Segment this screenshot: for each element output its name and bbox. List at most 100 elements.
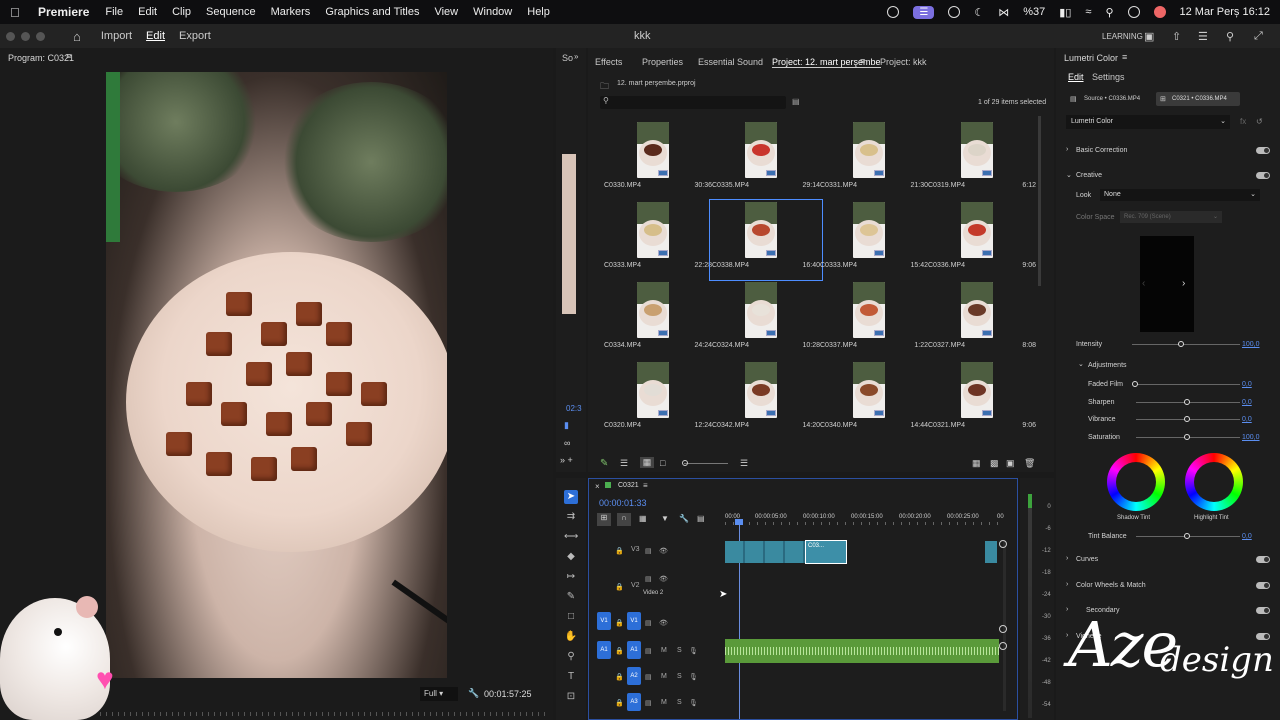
apple-icon[interactable]:  [10, 5, 24, 20]
status-icon-3[interactable] [948, 6, 961, 18]
v3-sync-icon[interactable]: ▤ [645, 547, 652, 555]
v2-label[interactable]: V2 [631, 582, 640, 589]
a2-solo[interactable]: S [677, 673, 682, 680]
pencil-icon[interactable]: ✎ [600, 458, 608, 469]
v1-source-patch[interactable]: V1 [597, 612, 611, 630]
clip-thumbnail[interactable]: C0334.MP4 24:24 [604, 282, 712, 358]
tab-menu-icon[interactable]: ≡ [860, 56, 865, 66]
color-wheels-toggle[interactable] [1256, 582, 1270, 589]
type-tool-icon[interactable]: T [564, 670, 578, 684]
rectangle-icon[interactable]: □ [564, 610, 578, 624]
wifi-icon[interactable]: ≈ [1085, 6, 1091, 18]
look-prev-icon[interactable]: ‹ [1142, 278, 1145, 289]
clip-thumbnail[interactable]: C0319.MP4 6:12 [928, 122, 1036, 198]
find-icon[interactable]: ▩ [990, 458, 999, 469]
menu-window[interactable]: Window [473, 6, 512, 18]
v3-lock-icon[interactable]: 🔒 [615, 547, 624, 555]
a3-target[interactable]: A3 [627, 693, 641, 711]
tab-effects[interactable]: Effects [595, 57, 622, 67]
v1-eye-icon[interactable]: 👁 [659, 619, 668, 627]
clock[interactable]: 12 Mar Perș 16:12 [1180, 6, 1271, 18]
a1-mic-icon[interactable]: 🎙 [689, 647, 698, 655]
clip-thumbnail[interactable]: C0338.MP4 16:40 [709, 199, 823, 281]
tab-essential-sound[interactable]: Essential Sound [698, 57, 763, 67]
clip-thumbnail[interactable]: C0333.MP4 22:28 [604, 202, 712, 278]
playhead-icon[interactable]: ▮ [564, 420, 569, 431]
intensity-slider[interactable] [1132, 344, 1240, 345]
edit-tab[interactable]: Edit [146, 30, 165, 42]
status-icon-1[interactable] [887, 6, 900, 18]
pen-icon[interactable]: ✎ [564, 590, 578, 604]
curves-chevron-icon[interactable]: › [1066, 555, 1068, 562]
menu-file[interactable]: File [105, 6, 123, 18]
a1-target[interactable]: A1 [627, 641, 641, 659]
sort-icon[interactable]: ☰ [740, 458, 748, 469]
adjustments-chevron-icon[interactable]: ⌄ [1078, 360, 1084, 368]
zoom-slider-knob[interactable] [682, 460, 688, 466]
window-zoom-dot[interactable] [36, 31, 45, 41]
clip-thumbnail[interactable]: C0324.MP4 10:28 [712, 282, 820, 358]
menu-view[interactable]: View [434, 6, 458, 18]
scroll-handle-audio[interactable] [999, 642, 1007, 650]
siri-icon[interactable] [1153, 6, 1166, 18]
lumetri-edit-tab[interactable]: Edit [1068, 72, 1084, 82]
clip-thumbnail[interactable]: C0342.MP4 14:20 [712, 362, 820, 438]
look-select[interactable]: None ⌄ [1100, 189, 1260, 201]
import-tab[interactable]: Import [101, 30, 132, 42]
clip-thumbnail[interactable]: C0327.MP4 8:08 [928, 282, 1036, 358]
time-ruler[interactable]: 00:00 00:00:05:00 00:00:10:00 00:00:15:0… [725, 512, 1005, 526]
search-icon[interactable]: ⚲ [1105, 6, 1113, 19]
zoom-tool-icon[interactable]: ⚲ [564, 650, 578, 664]
battery-label[interactable]: %37 [1023, 6, 1045, 18]
control-center-icon[interactable] [1127, 6, 1140, 18]
vignette-toggle[interactable] [1256, 633, 1270, 640]
a3-sync-icon[interactable]: ▤ [645, 699, 652, 707]
list-view-icon[interactable]: ☰ [620, 458, 628, 469]
look-preview[interactable] [1140, 236, 1194, 332]
v2-eye-icon[interactable]: 👁 [659, 575, 668, 583]
tab-project-kkk[interactable]: Project: kkk [880, 57, 927, 67]
app-menu[interactable]: Premiere [38, 5, 89, 19]
v3-label[interactable]: V3 [631, 546, 640, 553]
linked-select-icon[interactable]: ▦ [639, 514, 647, 523]
hand-icon[interactable]: ✋ [564, 630, 578, 644]
clip-thumbnail[interactable]: C0320.MP4 12:24 [604, 362, 712, 438]
a1-mute[interactable]: M [661, 647, 667, 654]
captions-icon[interactable]: ▤ [697, 514, 705, 523]
colorspace-select[interactable]: Rec. 709 (Scene) ⌄ [1120, 211, 1222, 223]
share-icon[interactable]: ⇧ [1172, 30, 1181, 43]
a2-lock-icon[interactable]: 🔒 [615, 673, 624, 681]
export-tab[interactable]: Export [179, 30, 211, 42]
source-clip-selector[interactable]: Source • C0336.MP4 [1068, 92, 1152, 106]
window-close-dot[interactable] [6, 31, 15, 41]
ripple-edit-icon[interactable]: ⟷ [564, 530, 578, 544]
tint-balance-knob[interactable] [1184, 533, 1190, 539]
a2-sync-icon[interactable]: ▤ [645, 673, 652, 681]
reset-icon[interactable]: ↺ [1256, 117, 1263, 126]
shadow-tint-wheel[interactable] [1107, 453, 1165, 511]
v3-selected-clip[interactable]: C03... [805, 540, 847, 564]
window-minimize-dot[interactable] [21, 31, 30, 41]
a2-target[interactable]: A2 [627, 667, 641, 685]
v1-lock-icon[interactable]: 🔒 [615, 619, 624, 627]
menu-clip[interactable]: Clip [172, 6, 191, 18]
v3-eye-icon[interactable]: 👁 [659, 547, 668, 555]
intensity-knob[interactable] [1178, 341, 1184, 347]
fit-select[interactable]: Full ▾ [420, 687, 458, 701]
color-wheels-header[interactable]: Color Wheels & Match [1076, 582, 1146, 589]
curves-toggle[interactable] [1256, 556, 1270, 563]
a2-mic-icon[interactable]: 🎙 [689, 673, 698, 681]
scroll-handle-top[interactable] [999, 540, 1007, 548]
a3-lock-icon[interactable]: 🔒 [615, 699, 624, 707]
menu-edit[interactable]: Edit [138, 6, 157, 18]
sharpen-value[interactable]: 0,0 [1242, 399, 1252, 406]
expand-panel-icon[interactable]: » + [560, 455, 573, 465]
settings-wrench-icon[interactable]: 🔧 [679, 514, 689, 523]
look-next-icon[interactable]: › [1182, 278, 1185, 289]
a1-audio-clip[interactable] [725, 639, 999, 663]
slip-icon[interactable]: ↦ [564, 570, 578, 584]
effect-select[interactable]: Lumetri Color ⌄ [1066, 115, 1230, 129]
curves-header[interactable]: Curves [1076, 556, 1098, 563]
caption-tool-icon[interactable]: ⊡ [564, 690, 578, 704]
clip-thumbnail[interactable]: C0335.MP4 29:14 [712, 122, 820, 198]
